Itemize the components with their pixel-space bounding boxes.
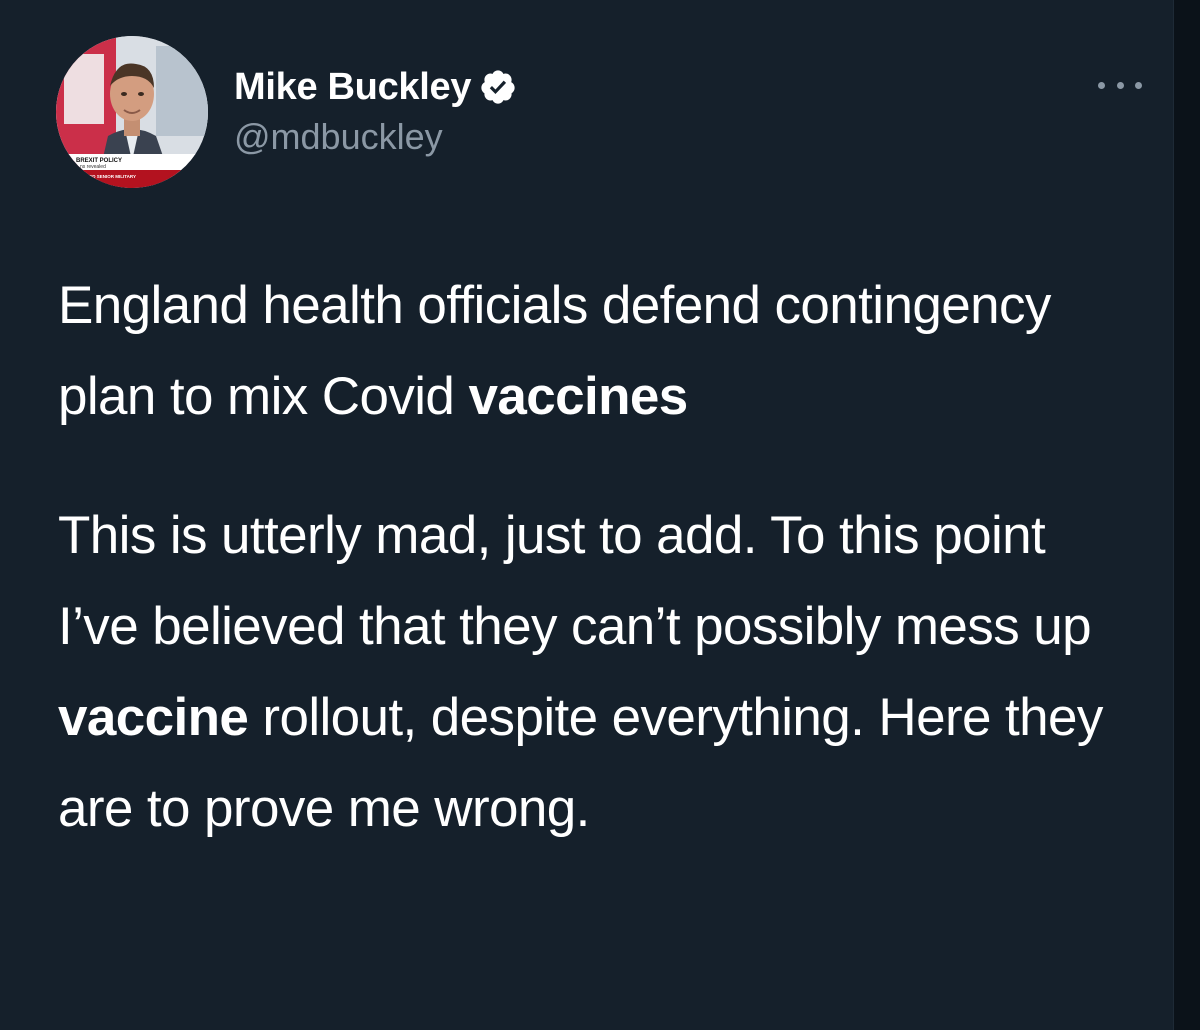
more-horizontal-icon-dot [1098,81,1105,89]
comment-bold-keyword[interactable]: vaccine [58,688,249,747]
verified-badge-icon [479,68,517,106]
comment-text-1: This is utterly mad, just to add. To thi… [58,506,1092,656]
avatar-photo: BREXIT POLICY ns revealed SE ED SENIOR M… [56,36,208,188]
author-block[interactable]: Mike Buckley @mdbuckley [234,62,517,158]
tweet-headline: England health officials defend continge… [58,260,1138,442]
author-name[interactable]: Mike Buckley [234,66,471,109]
more-horizontal-icon-dot [1135,81,1142,89]
tweet-comment: This is utterly mad, just to add. To thi… [58,490,1138,854]
avatar-caption-2: ns revealed [80,164,106,170]
scrollbar-track[interactable] [1173,0,1200,1030]
headline-bold-keyword[interactable]: vaccines [468,367,688,426]
avatar[interactable]: BREXIT POLICY ns revealed SE ED SENIOR M… [56,36,208,188]
tweet-screenshot: BREXIT POLICY ns revealed SE ED SENIOR M… [0,0,1200,1030]
more-horizontal-icon-dot [1116,81,1124,89]
tweet-text: England health officials defend continge… [58,260,1138,854]
more-options-button[interactable] [1098,70,1142,100]
author-handle[interactable]: @mdbuckley [234,116,517,158]
avatar-ticker: SE ED SENIOR MILITARY [82,174,136,179]
name-row: Mike Buckley [234,62,517,112]
